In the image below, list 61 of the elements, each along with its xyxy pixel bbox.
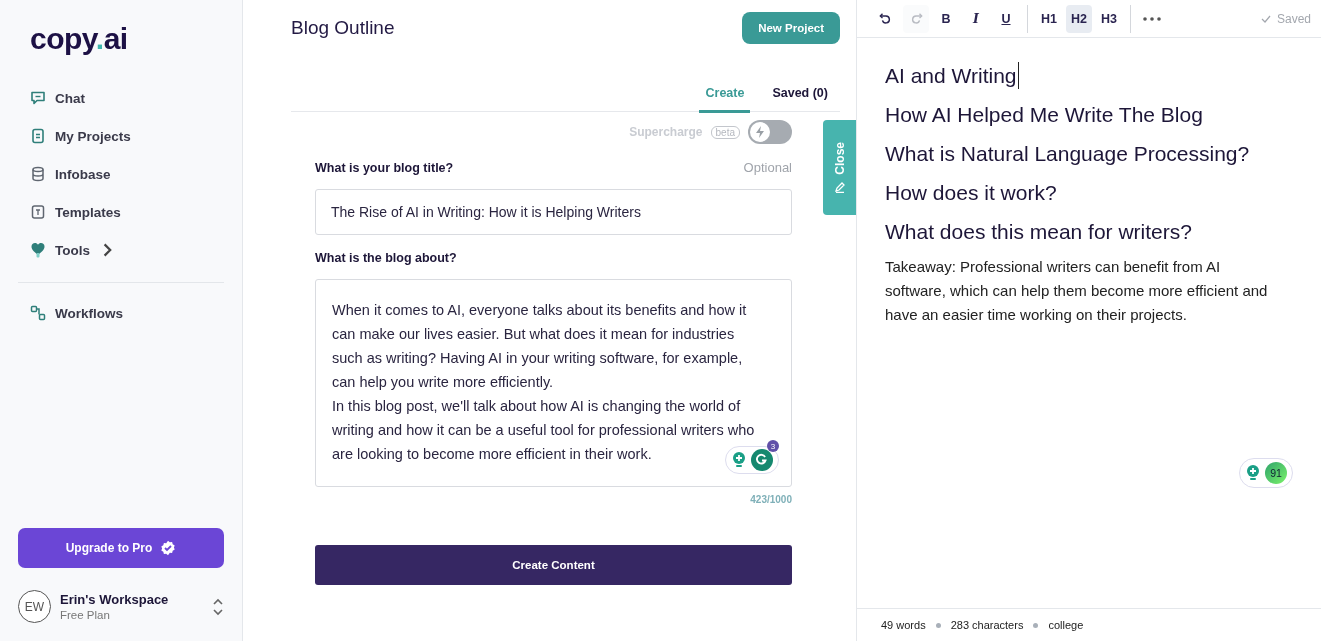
template-icon <box>30 204 46 220</box>
bold-button[interactable]: B <box>933 4 959 33</box>
heading-button[interactable]: H3 <box>1096 4 1122 33</box>
supercharge-toggle[interactable] <box>748 120 792 144</box>
outline-heading: What is Natural Language Processing? <box>885 141 1251 167</box>
beta-tag: beta <box>710 125 740 139</box>
verified-badge-icon <box>160 540 177 556</box>
lightbulb-icon <box>1245 464 1261 482</box>
separator-dot <box>935 622 941 628</box>
status-text: college <box>1048 619 1084 631</box>
optional-hint: Optional <box>743 160 792 175</box>
grammar-widget[interactable]: 91 <box>1239 458 1293 488</box>
more-dots-icon <box>1143 16 1161 21</box>
sidebar-item[interactable]: Infobase <box>30 166 111 182</box>
status-text: 49 words <box>881 619 926 631</box>
character-counter: 423/1000 <box>749 494 792 505</box>
outline-heading: AI and Writing <box>885 62 1019 89</box>
saved-status: Saved <box>1276 11 1311 26</box>
description-textarea[interactable]: When it comes to AI, everyone talks about its benefits and how it can make our lives easier. But what does it mean for industries such as writing? Having AI in your writing software, for example, can help you write more efficiently. In this blog post, we'll talk about how AI is changing the world of writing and how it can be a useful tool for professional writers who are looking to become more efficient in their work. 3 <box>315 279 792 487</box>
pencil-icon <box>833 180 846 193</box>
outline-heading: What does this mean for writers? <box>885 219 1193 245</box>
underline-button[interactable]: U <box>993 4 1019 33</box>
plan-label: Free Plan <box>60 609 111 621</box>
checkmark-icon <box>1260 13 1271 24</box>
paragraph: Takeaway: Professional writers can benefit from AI software, which can help them become more efficient and have an easier time working on their projects. <box>885 257 1269 325</box>
document-icon <box>30 128 46 144</box>
sidebar-item[interactable]: Templates <box>30 204 121 220</box>
chat-bubble-icon <box>30 90 46 106</box>
tab[interactable]: Saved (0) <box>766 78 834 113</box>
outline-heading: How AI Helped Me Write The Blog <box>885 102 1204 128</box>
field-label: What is your blog title? <box>315 160 454 175</box>
redo-icon <box>909 11 923 26</box>
avatar: EW <box>18 590 51 623</box>
upgrade-button[interactable]: Upgrade to Pro <box>18 528 224 568</box>
italic-button[interactable]: I <box>963 4 989 33</box>
logo[interactable]: copy.ai <box>18 22 224 56</box>
heading-button[interactable]: H1 <box>1036 4 1062 33</box>
expand-toggle-icon <box>212 596 224 617</box>
sidebar-item[interactable]: My Projects <box>30 128 131 144</box>
sidebar-item[interactable]: Workflows <box>30 305 123 321</box>
grammar-widget[interactable] <box>725 446 779 474</box>
workflow-icon <box>30 305 46 321</box>
field-label: What is the blog about? <box>315 251 457 265</box>
sidebar-item[interactable]: Tools <box>30 242 115 258</box>
heading-button[interactable]: H2 <box>1066 4 1092 33</box>
database-icon <box>30 166 46 182</box>
page-title: Blog Outline <box>291 17 395 39</box>
create-content-button[interactable]: Create Content <box>315 545 792 585</box>
g-logo-icon <box>755 453 769 467</box>
sidebar-item[interactable]: Chat <box>30 90 85 106</box>
outline-heading: How does it work? <box>885 180 1058 206</box>
lightning-icon <box>754 125 766 139</box>
score-badge: 91 <box>1265 462 1287 484</box>
separator-dot <box>1033 622 1039 628</box>
workspace-name: Erin's Workspace <box>60 592 170 607</box>
undo-icon <box>879 11 893 26</box>
status-text: 283 characters <box>950 619 1024 631</box>
count-badge: 3 <box>767 440 779 452</box>
heart-icon <box>30 242 46 258</box>
lightbulb-icon <box>731 451 747 469</box>
title-input[interactable]: The Rise of AI in Writing: How it is Helping Writers <box>315 189 792 235</box>
